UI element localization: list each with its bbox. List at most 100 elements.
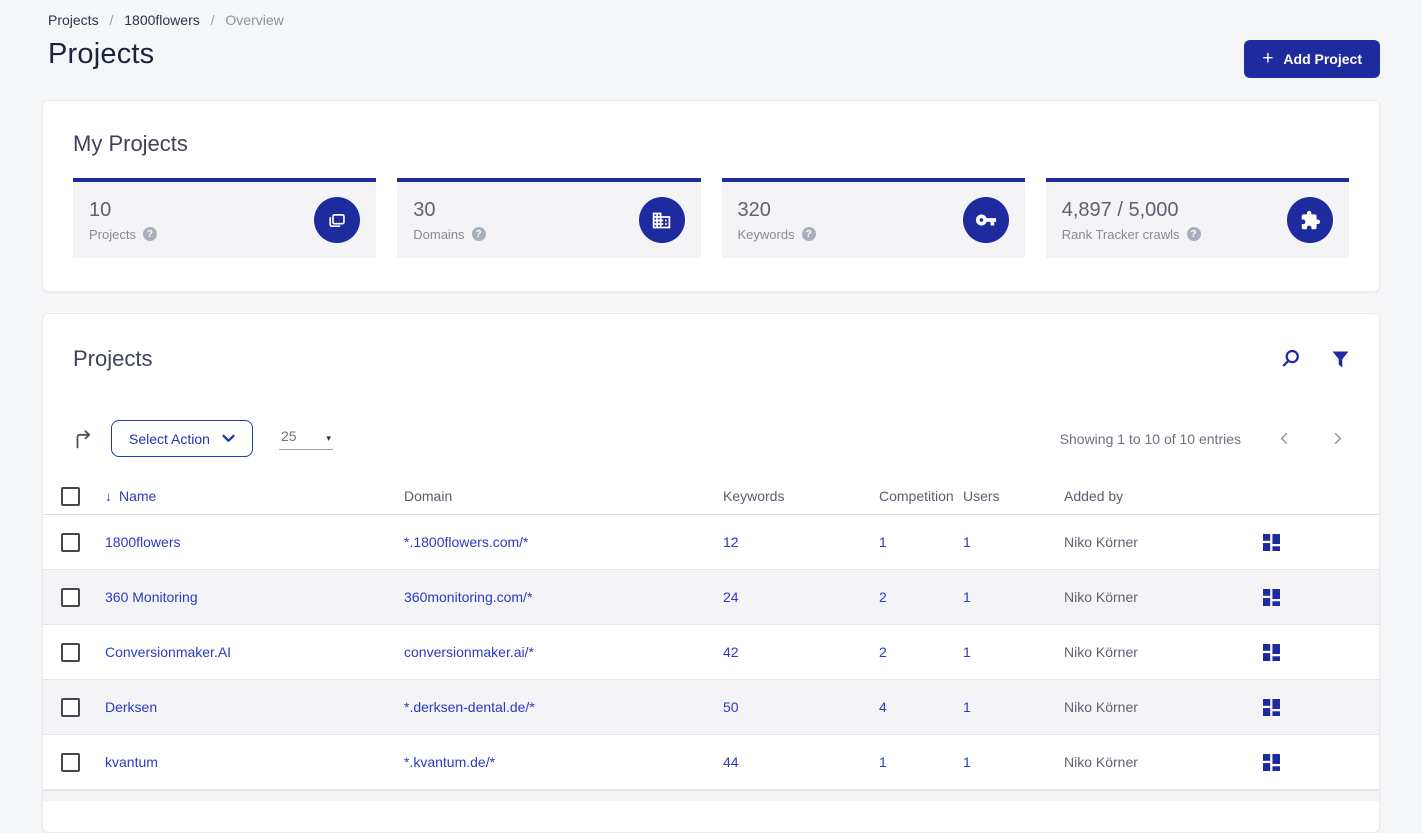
project-name-link[interactable]: Conversionmaker.AI xyxy=(105,644,231,660)
help-icon[interactable]: ? xyxy=(1186,227,1201,241)
project-domain-link[interactable]: *.kvantum.de/* xyxy=(404,754,495,770)
stat-projects: 10 Projects ? xyxy=(73,178,377,258)
project-domain-link[interactable]: 360monitoring.com/* xyxy=(404,589,532,605)
column-header-competition: Competition xyxy=(879,488,954,504)
table-header-row: ↓ Name Domain Keywords Competition Users… xyxy=(43,478,1379,515)
breadcrumb-separator: / xyxy=(210,12,215,28)
projects-panel-title: Projects xyxy=(73,346,153,371)
column-header-name[interactable]: ↓ Name xyxy=(105,488,404,504)
stat-domains: 30 Domains ? xyxy=(397,178,701,258)
pagination-next-icon[interactable] xyxy=(1330,431,1345,446)
my-projects-card: My Projects 10 Projects ? 30 Domains ? 3… xyxy=(42,100,1380,292)
projects-table-card: Projects Select Action 25 ▾ Showing 1 to… xyxy=(42,313,1380,833)
key-icon xyxy=(962,197,1009,243)
row-checkbox[interactable] xyxy=(61,532,80,552)
stat-keywords: 320 Keywords ? xyxy=(721,178,1025,258)
add-project-label: Add Project xyxy=(1283,51,1362,67)
column-header-users: Users xyxy=(963,488,1000,504)
copy-icon xyxy=(314,197,361,243)
filter-icon[interactable] xyxy=(1332,351,1349,368)
dashboard-icon[interactable] xyxy=(1263,643,1280,661)
project-domain-link[interactable]: *.derksen-dental.de/* xyxy=(404,699,535,715)
select-action-label: Select Action xyxy=(129,430,210,447)
building-icon xyxy=(638,197,685,243)
row-checkbox[interactable] xyxy=(61,697,80,717)
sort-desc-icon: ↓ xyxy=(105,488,112,504)
dashboard-icon[interactable] xyxy=(1263,698,1280,716)
breadcrumb-overview: Overview xyxy=(225,12,284,28)
dashboard-icon[interactable] xyxy=(1263,533,1280,551)
competition-count[interactable]: 2 xyxy=(879,589,963,605)
row-checkbox[interactable] xyxy=(61,642,80,662)
stats-row: 10 Projects ? 30 Domains ? 320 Keywords … xyxy=(73,178,1349,258)
users-count[interactable]: 1 xyxy=(963,754,1064,770)
project-name-link[interactable]: 360 Monitoring xyxy=(105,589,198,605)
added-by: Niko Körner xyxy=(1064,534,1138,550)
users-count[interactable]: 1 xyxy=(963,534,1064,550)
breadcrumb: Projects / 1800flowers / Overview xyxy=(48,12,284,28)
project-domain-link[interactable]: conversionmaker.ai/* xyxy=(404,644,534,660)
table-row: 360 Monitoring 360monitoring.com/* 24 2 … xyxy=(43,570,1379,625)
row-checkbox[interactable] xyxy=(61,587,80,607)
domains-label: Domains xyxy=(413,226,465,242)
table-row: Derksen *.derksen-dental.de/* 50 4 1 Nik… xyxy=(43,680,1379,735)
crawls-label: Rank Tracker crawls xyxy=(1061,226,1180,242)
competition-count[interactable]: 4 xyxy=(879,699,963,715)
select-all-checkbox[interactable] xyxy=(61,486,80,506)
competition-count[interactable]: 1 xyxy=(879,534,963,550)
added-by: Niko Körner xyxy=(1064,589,1138,605)
select-action-dropdown[interactable]: Select Action xyxy=(111,420,253,457)
column-header-domain: Domain xyxy=(404,488,453,504)
keywords-count[interactable]: 24 xyxy=(723,589,879,605)
help-icon[interactable]: ? xyxy=(471,227,486,241)
project-name-link[interactable]: 1800flowers xyxy=(105,534,181,550)
dashboard-icon[interactable] xyxy=(1263,753,1280,771)
breadcrumb-1800flowers[interactable]: 1800flowers xyxy=(124,12,200,28)
caret-down-icon: ▾ xyxy=(326,432,331,443)
projects-table: ↓ Name Domain Keywords Competition Users… xyxy=(43,478,1379,801)
projects-label: Projects xyxy=(89,226,136,242)
keywords-count[interactable]: 12 xyxy=(723,534,879,550)
page-title: Projects xyxy=(48,38,155,70)
export-icon[interactable] xyxy=(73,428,95,450)
added-by: Niko Körner xyxy=(1064,754,1138,770)
project-name-link[interactable]: kvantum xyxy=(105,754,158,770)
project-name-link[interactable]: Derksen xyxy=(105,699,157,715)
users-count[interactable]: 1 xyxy=(963,589,1064,605)
add-project-button[interactable]: + Add Project xyxy=(1244,40,1380,78)
competition-count[interactable]: 1 xyxy=(879,754,963,770)
column-header-added-by: Added by xyxy=(1064,488,1124,504)
table-row: Conversionmaker.AI conversionmaker.ai/* … xyxy=(43,625,1379,680)
competition-count[interactable]: 2 xyxy=(879,644,963,660)
table-row: 1800flowers *.1800flowers.com/* 12 1 1 N… xyxy=(43,515,1379,570)
search-icon[interactable] xyxy=(1280,349,1300,369)
dashboard-icon[interactable] xyxy=(1263,588,1280,606)
breadcrumb-separator: / xyxy=(109,12,114,28)
plus-icon: + xyxy=(1262,47,1274,69)
table-row: kvantum *.kvantum.de/* 44 1 1 Niko Körne… xyxy=(43,735,1379,790)
my-projects-title: My Projects xyxy=(73,131,188,156)
pagination-prev-icon[interactable] xyxy=(1277,431,1292,446)
chevron-down-icon xyxy=(222,434,235,442)
keywords-count[interactable]: 44 xyxy=(723,754,879,770)
row-checkbox[interactable] xyxy=(61,752,80,772)
keywords-count[interactable]: 50 xyxy=(723,699,879,715)
added-by: Niko Körner xyxy=(1064,644,1138,660)
help-icon[interactable]: ? xyxy=(801,227,816,241)
puzzle-icon xyxy=(1287,197,1333,243)
page-size-value: 25 xyxy=(280,427,297,444)
keywords-label: Keywords xyxy=(737,226,795,242)
table-row-partial xyxy=(43,790,1379,801)
breadcrumb-projects[interactable]: Projects xyxy=(48,12,99,28)
help-icon[interactable]: ? xyxy=(142,227,157,241)
page-size-select[interactable]: 25 ▾ xyxy=(278,427,333,450)
showing-entries-text: Showing 1 to 10 of 10 entries xyxy=(1059,430,1241,447)
project-domain-link[interactable]: *.1800flowers.com/* xyxy=(404,534,529,550)
stat-rank-tracker-crawls: 4,897 / 5,000 Rank Tracker crawls ? xyxy=(1045,178,1349,258)
added-by: Niko Körner xyxy=(1064,699,1138,715)
users-count[interactable]: 1 xyxy=(963,644,1064,660)
column-header-keywords: Keywords xyxy=(723,488,785,504)
users-count[interactable]: 1 xyxy=(963,699,1064,715)
projects-page: Projects / 1800flowers / Overview Projec… xyxy=(0,0,1422,833)
keywords-count[interactable]: 42 xyxy=(723,644,879,660)
